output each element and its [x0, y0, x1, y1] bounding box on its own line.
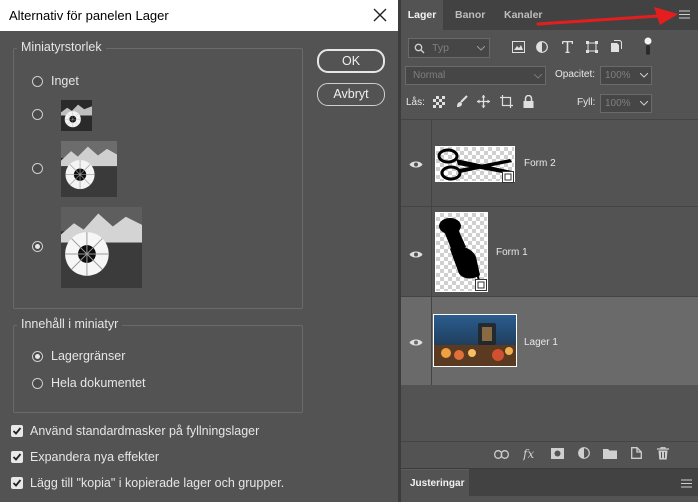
thumbnail-content-group [13, 325, 303, 413]
photo-thumbnail [434, 315, 516, 366]
layer-style-fx-icon[interactable]: fx [523, 447, 539, 461]
vector-mask-badge-icon [475, 279, 487, 291]
entire-document-label: Hela dokumentet [51, 376, 146, 390]
layer-separator [431, 207, 432, 297]
annotation-arrow-icon [536, 7, 678, 26]
panel-menu-icon[interactable] [679, 10, 690, 19]
dialog-titlebar[interactable]: Alternativ för panelen Lager [0, 0, 398, 31]
layer-row-lager-1[interactable]: Lager 1 [401, 296, 698, 385]
blend-mode-value: Normal [413, 70, 446, 81]
filter-toggle-icon[interactable] [644, 37, 652, 55]
tab-paths[interactable]: Banor [455, 0, 485, 30]
size-none-label: Inget [51, 74, 79, 88]
add-mask-icon[interactable] [551, 448, 564, 459]
opacity-field[interactable]: 100% [600, 66, 652, 85]
layer-separator [431, 297, 432, 385]
lock-artboard-icon[interactable] [500, 95, 513, 108]
filter-type-select[interactable]: Typ [408, 38, 490, 58]
expand-effects-label: Expandera nya effekter [30, 450, 160, 464]
sunflower-thumbnail-large [61, 207, 142, 288]
new-layer-icon[interactable] [631, 447, 642, 459]
default-masks-checkbox[interactable] [11, 425, 23, 437]
search-icon [414, 43, 425, 54]
tab-adjustments[interactable]: Justeringar [401, 469, 469, 497]
layer-bounds-label: Lagergränser [51, 349, 126, 363]
adjustments-tab-label: Justeringar [410, 478, 465, 489]
checkmark-icon [12, 479, 22, 487]
fill-field[interactable]: 100% [600, 94, 652, 113]
layers-panel: Lager Banor Kanaler Typ Normal Opacitet:… [401, 0, 698, 468]
image-filter-icon[interactable] [512, 41, 525, 53]
ok-button[interactable]: OK [317, 49, 385, 73]
chevron-down-icon [534, 74, 542, 79]
layer-bounds-radio[interactable] [32, 351, 43, 362]
size-small-radio[interactable] [32, 109, 43, 120]
lock-transparent-pixels-icon[interactable] [433, 96, 445, 108]
lock-label: Lås: [406, 97, 425, 108]
close-icon[interactable] [370, 5, 390, 25]
lock-image-pixels-icon[interactable] [455, 95, 468, 108]
thumbnail-size-legend: Miniatyrstorlek [17, 40, 106, 54]
chevron-down-icon [477, 46, 485, 51]
lock-position-icon[interactable] [477, 95, 490, 108]
fill-label: Fyll: [577, 97, 596, 108]
layer-name: Form 2 [524, 158, 556, 169]
layer-name: Form 1 [496, 247, 528, 258]
eye-icon[interactable] [409, 338, 423, 347]
vector-mask-badge-icon [502, 171, 514, 183]
default-masks-label: Använd standardmasker på fyllningslager [30, 424, 260, 438]
lock-all-icon[interactable] [523, 95, 534, 108]
size-medium-radio[interactable] [32, 163, 43, 174]
panel-menu-icon[interactable] [681, 479, 692, 488]
size-none-radio[interactable] [32, 76, 43, 87]
chevron-down-icon [640, 73, 648, 78]
eye-icon[interactable] [409, 160, 423, 169]
blend-mode-select[interactable]: Normal [405, 66, 546, 85]
eye-icon[interactable] [409, 250, 423, 259]
fill-value: 100% [605, 98, 631, 109]
shape-filter-icon[interactable] [586, 41, 598, 53]
expand-effects-checkbox[interactable] [11, 451, 23, 463]
chevron-down-icon [640, 101, 648, 106]
opacity-value: 100% [605, 70, 631, 81]
layer-thumbnail-lager-1 [433, 314, 517, 367]
layer-row-form-2[interactable]: Form 2 [401, 119, 698, 207]
add-copy-label: Lägg till "kopia" i kopierade lager och … [30, 476, 285, 490]
type-filter-icon[interactable] [562, 41, 573, 53]
opacity-label: Opacitet: [555, 69, 596, 80]
trash-icon[interactable] [657, 447, 669, 460]
entire-document-radio[interactable] [32, 378, 43, 389]
layers-bottom-toolbar: fx [401, 441, 698, 468]
layer-name: Lager 1 [524, 337, 558, 348]
sunflower-thumbnail-small [61, 100, 92, 131]
layers-panel-options-dialog: Alternativ för panelen Lager Miniatyrsto… [0, 0, 398, 502]
new-group-icon[interactable] [603, 448, 617, 459]
link-layers-icon[interactable] [494, 450, 509, 459]
adjustment-filter-icon[interactable] [536, 41, 548, 53]
dialog-title: Alternativ för panelen Lager [9, 8, 169, 23]
tab-layers[interactable]: Lager [401, 0, 443, 30]
layer-separator [431, 120, 432, 207]
checkmark-icon [12, 427, 22, 435]
thumbnail-content-legend: Innehåll i miniatyr [17, 317, 123, 331]
smart-object-filter-icon[interactable] [610, 40, 622, 53]
cancel-button[interactable]: Avbryt [317, 83, 385, 106]
layer-row-form-1[interactable]: Form 1 [401, 206, 698, 297]
add-copy-checkbox[interactable] [11, 477, 23, 489]
checkmark-icon [12, 453, 22, 461]
adjustments-panel: Justeringar [401, 469, 698, 502]
adjustments-tabbar-fill [469, 469, 698, 496]
svg-text:fx: fx [523, 447, 534, 461]
filter-type-placeholder: Typ [432, 42, 449, 54]
new-adjustment-layer-icon[interactable] [578, 447, 590, 459]
size-large-radio[interactable] [32, 241, 43, 252]
sunflower-thumbnail-medium [61, 141, 117, 197]
